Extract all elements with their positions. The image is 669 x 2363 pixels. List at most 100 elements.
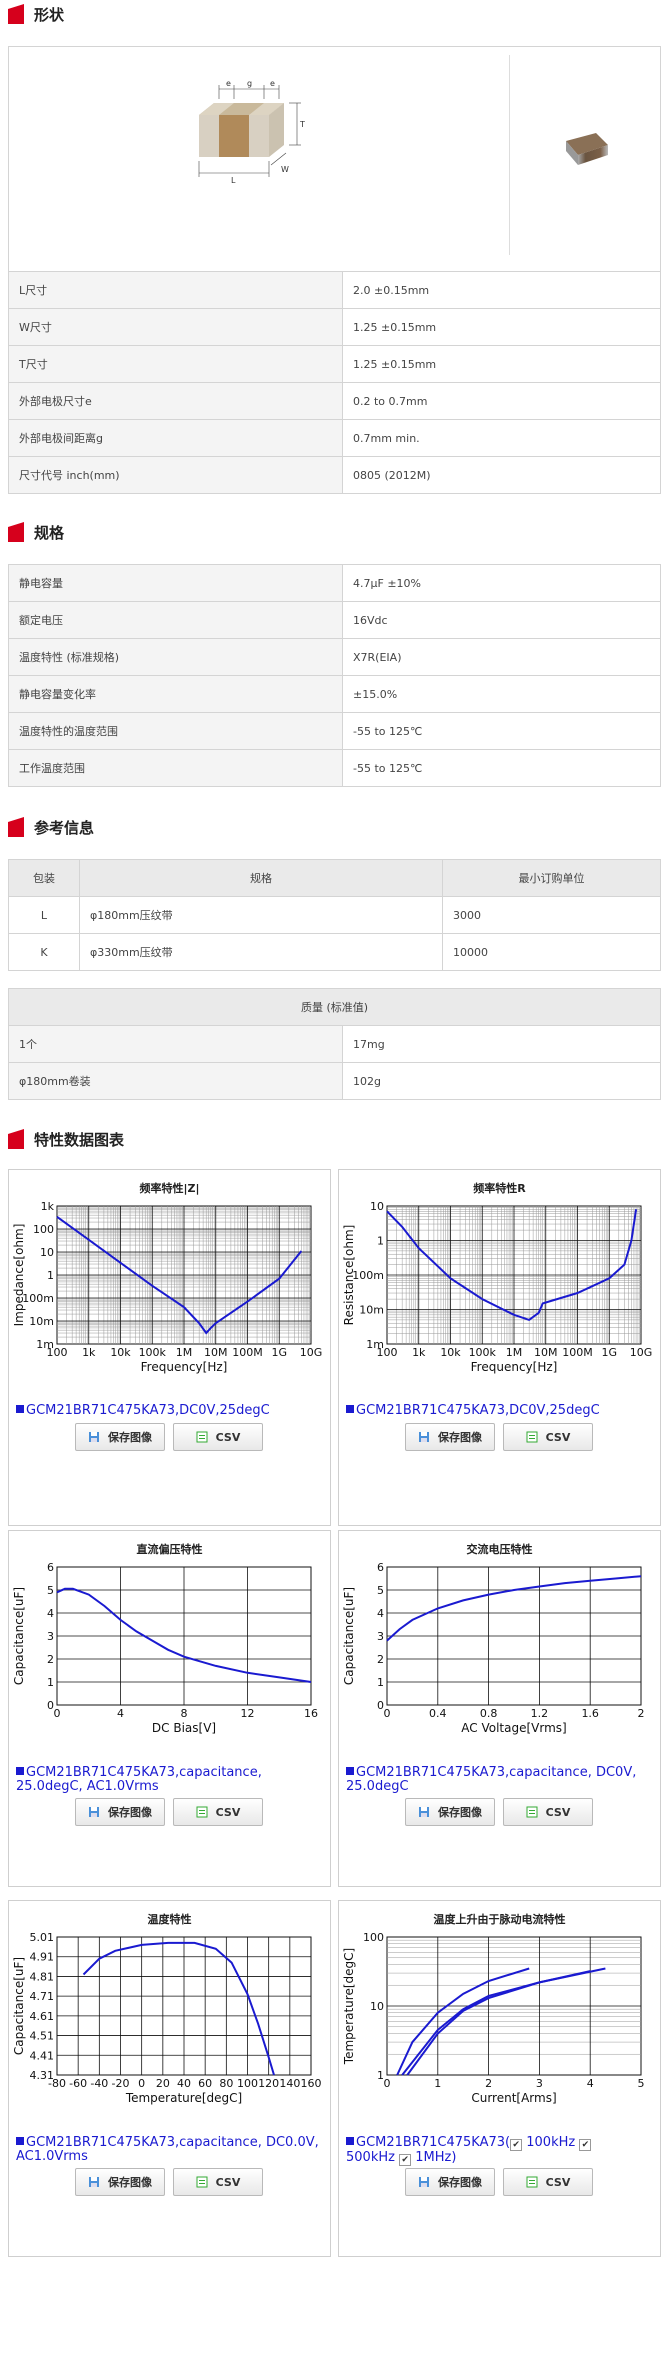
save-image-button[interactable]: 保存图像: [75, 1423, 165, 1451]
table-row: 额定电压 16Vdc: [8, 601, 661, 639]
x-tick-label: -20: [112, 2077, 130, 2090]
x-tick-label: 3: [536, 2077, 543, 2090]
chart-temperature: -80 -60 -40 -20 0 20 40 60 80 100 120 140 1605.014.9…: [12, 1931, 322, 2105]
y-tick-label: 100: [33, 1223, 54, 1236]
chart-card-resistance: 频率特性R 100 1k 10k 100k 1M 10M 100M 1G 10G 10 1 100m 1…: [338, 1169, 661, 1526]
y-tick-label: 1: [47, 1676, 54, 1689]
x-tick-label: 120: [258, 2077, 279, 2090]
csv-button[interactable]: CSV: [503, 1798, 593, 1826]
save-image-button[interactable]: 保存图像: [405, 1798, 495, 1826]
section-marker-icon: [8, 4, 24, 24]
x-tick-label: 100M: [562, 1346, 593, 1359]
x-tick-label: 160: [301, 2077, 322, 2090]
legend-swatch-icon: [16, 2137, 24, 2145]
y-tick-label: 0: [47, 1699, 54, 1712]
chart-legend: GCM21BR71C475KA73,capacitance, DC0V, 25.…: [346, 1765, 637, 1794]
chart-ripple-current: 0 1 2 3 4 5100101Current[Arms]Temperature[deg…: [342, 1931, 645, 2105]
save-icon: [89, 2177, 99, 2187]
y-axis-title: Capacitance[uF]: [342, 1587, 356, 1685]
y-tick-label: 4.91: [30, 1951, 55, 1964]
csv-file-icon: [196, 2176, 208, 2188]
x-tick-label: 0.8: [480, 1707, 498, 1720]
y-tick-label: 2: [377, 1653, 384, 1666]
table-row: 工作温度范围 -55 to 125℃: [8, 749, 661, 787]
y-tick-label: 10: [40, 1246, 54, 1259]
x-tick-label: 60: [198, 2077, 212, 2090]
chart-card-dc-bias: 直流偏压特性 0 4 8 12 16 6 5 4 3 2 1 0 DC Bias[V] Capacitan…: [8, 1530, 331, 1887]
x-tick-label: 12: [241, 1707, 255, 1720]
x-tick-label: 10M: [204, 1346, 228, 1359]
checkbox-500khz[interactable]: ✔: [579, 2139, 592, 2151]
chart-title: 温度上升由于脉动电流特性: [433, 1913, 566, 1926]
x-tick-label: 100M: [232, 1346, 263, 1359]
y-tick-label: 1m: [36, 1338, 54, 1351]
x-tick-label: 100k: [469, 1346, 497, 1359]
table-row: 温度特性的温度范围 -55 to 125℃: [8, 712, 661, 750]
table-row: 外部电极尺寸e 0.2 to 0.7mm: [8, 382, 661, 420]
shape-illustration-box: e g e T W L: [8, 46, 661, 272]
dim-t: T: [299, 120, 305, 129]
chart-legend: GCM21BR71C475KA73,capacitance, DC0.0V, A…: [16, 2135, 319, 2164]
x-tick-label: -40: [90, 2077, 108, 2090]
x-tick-label: 0: [138, 2077, 145, 2090]
section-title-reference: 参考信息: [8, 815, 94, 839]
x-tick-label: 10G: [630, 1346, 653, 1359]
save-image-button[interactable]: 保存图像: [405, 1423, 495, 1451]
save-icon: [89, 1807, 99, 1817]
y-tick-label: 5: [377, 1584, 384, 1597]
section-title-charts: 特性数据图表: [8, 1127, 124, 1151]
y-tick-label: 2: [47, 1653, 54, 1666]
csv-button[interactable]: CSV: [173, 2168, 263, 2196]
y-tick-label: 10m: [29, 1315, 54, 1328]
legend-swatch-icon: [16, 1767, 24, 1775]
y-tick-label: 4: [377, 1607, 384, 1620]
table-row: L尺寸 2.0 ±0.15mm: [8, 271, 661, 309]
chart-title: 交流电压特性: [466, 1543, 533, 1556]
table-row: φ180mm卷装 102g: [8, 1062, 661, 1100]
y-tick-label: 100: [363, 1931, 384, 1944]
chart-resistance: 100 1k 10k 100k 1M 10M 100M 1G 10G101100m10m1mFr…: [342, 1200, 653, 1374]
csv-button[interactable]: CSV: [173, 1423, 263, 1451]
checkbox-100khz[interactable]: ✔: [510, 2139, 523, 2151]
chart-title: 直流偏压特性: [136, 1543, 203, 1556]
y-tick-label: 4.61: [30, 2010, 55, 2023]
y-tick-label: 100m: [352, 1269, 384, 1282]
table-header-row: 质量 (标准值): [8, 988, 661, 1026]
y-tick-label: 10m: [359, 1304, 384, 1317]
csv-file-icon: [196, 1431, 208, 1443]
csv-button[interactable]: CSV: [503, 2168, 593, 2196]
legend-swatch-icon: [16, 1405, 24, 1413]
table-row: 1个 17mg: [8, 1025, 661, 1063]
x-tick-label: 1M: [176, 1346, 193, 1359]
y-tick-label: 3: [47, 1630, 54, 1643]
save-image-button[interactable]: 保存图像: [75, 1798, 165, 1826]
x-axis-title: Frequency[Hz]: [141, 1360, 228, 1374]
csv-button[interactable]: CSV: [503, 1423, 593, 1451]
y-tick-label: 3: [377, 1630, 384, 1643]
checkbox-1mhz[interactable]: ✔: [399, 2154, 412, 2166]
chart-card-ac-voltage: 交流电压特性 0 0.4 0.8 1.2 1.6 2 6 5 4 3 2 1 0 AC Voltage[V…: [338, 1530, 661, 1887]
y-tick-label: 1: [377, 1235, 384, 1248]
shape-table: L尺寸 2.0 ±0.15mm W尺寸 1.25 ±0.15mm T尺寸 1.25 ±…: [8, 271, 661, 494]
csv-button[interactable]: CSV: [173, 1798, 263, 1826]
table-row: L φ180mm压纹带 3000: [8, 896, 661, 934]
table-row: 静电容量变化率 ±15.0%: [8, 675, 661, 713]
dim-e-left: e: [226, 79, 231, 88]
x-tick-label: 140: [279, 2077, 300, 2090]
chart-impedance: 100 1k 10k 100k 1M 10M 100M 1G 10G1k100101100m10…: [12, 1200, 322, 1374]
x-axis-title: AC Voltage[Vrms]: [461, 1721, 566, 1735]
y-tick-label: 4.41: [30, 2049, 55, 2062]
y-tick-label: 1m: [366, 1338, 384, 1351]
save-image-button[interactable]: 保存图像: [75, 2168, 165, 2196]
x-tick-label: 100k: [139, 1346, 167, 1359]
y-tick-label: 1: [377, 1676, 384, 1689]
x-tick-label: 1k: [412, 1346, 426, 1359]
csv-file-icon: [526, 1431, 538, 1443]
section-title-shape: 形状: [8, 2, 64, 26]
chart-legend: GCM21BR71C475KA73,DC0V,25degC: [16, 1404, 328, 1418]
x-tick-label: 16: [304, 1707, 318, 1720]
legend-swatch-icon: [346, 2137, 354, 2145]
x-tick-label: 1k: [82, 1346, 96, 1359]
x-tick-label: 2: [638, 1707, 645, 1720]
save-image-button[interactable]: 保存图像: [405, 2168, 495, 2196]
